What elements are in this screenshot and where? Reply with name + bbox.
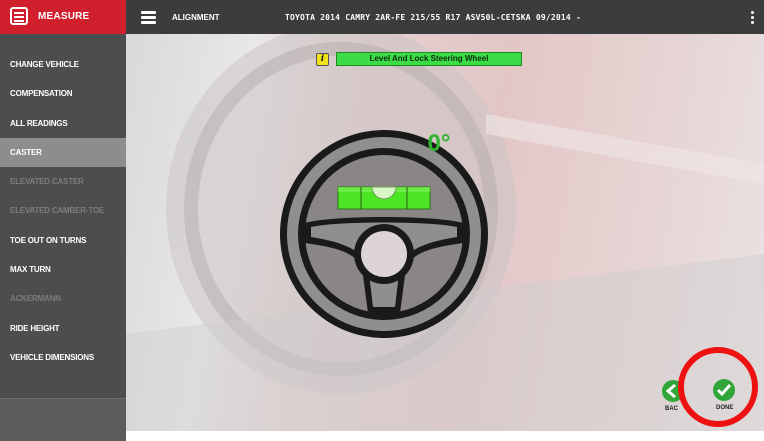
sidebar: MEASURE CHANGE VEHICLE COMPENSATION ALL … <box>0 0 126 441</box>
app-title: MEASURE <box>38 11 90 22</box>
hamburger-icon[interactable] <box>141 11 156 24</box>
sidebar-item-all-readings[interactable]: ALL READINGS <box>0 109 126 138</box>
instruction-text: Level And Lock Steering Wheel <box>336 52 522 66</box>
sidebar-item-vehicle-dimensions[interactable]: VEHICLE DIMENSIONS <box>0 343 126 372</box>
sidebar-item-elevated-camber-toe: ELEVATED CAMBER-TOE <box>10 206 104 216</box>
app-window: MEASURE CHANGE VEHICLE COMPENSATION ALL … <box>0 0 764 441</box>
sidebar-item-elevated-caster: ELEVATED CASTER <box>10 177 84 187</box>
highlight-ring <box>678 347 758 427</box>
bottom-strip <box>126 431 764 441</box>
sidebar-footer <box>0 398 126 441</box>
sidebar-item-ride-height[interactable]: RIDE HEIGHT <box>0 314 126 343</box>
sidebar-item-max-turn[interactable]: MAX TURN <box>0 255 126 284</box>
kebab-menu-icon[interactable] <box>751 11 755 25</box>
section-title: ALIGNMENT <box>172 13 220 22</box>
brand-header[interactable]: MEASURE <box>0 0 126 34</box>
measure-app-icon <box>10 7 28 25</box>
sidebar-item-compensation[interactable]: COMPENSATION <box>0 79 126 108</box>
back-label: BAC <box>665 406 678 412</box>
vehicle-description: TOYOTA 2014 CAMRY 2AR-FE 215/55 R17 ASV5… <box>285 13 581 22</box>
top-bar: ALIGNMENT TOYOTA 2014 CAMRY 2AR-FE 215/5… <box>126 0 764 34</box>
angle-readout: 0° <box>427 130 451 157</box>
sidebar-item-caster[interactable]: CASTER <box>0 137 126 168</box>
info-icon[interactable]: i <box>316 53 329 66</box>
sidebar-item-ackermann: ACKERMANN <box>10 294 61 304</box>
sidebar-item-change-vehicle[interactable]: CHANGE VEHICLE <box>0 50 126 79</box>
sidebar-menu: CHANGE VEHICLE COMPENSATION ALL READINGS… <box>0 50 126 372</box>
main-content: i Level And Lock Steering Wheel 0° BAC D… <box>126 34 764 431</box>
bubble-level <box>337 186 431 210</box>
sidebar-item-toe-out-on-turns[interactable]: TOE OUT ON TURNS <box>0 226 126 255</box>
